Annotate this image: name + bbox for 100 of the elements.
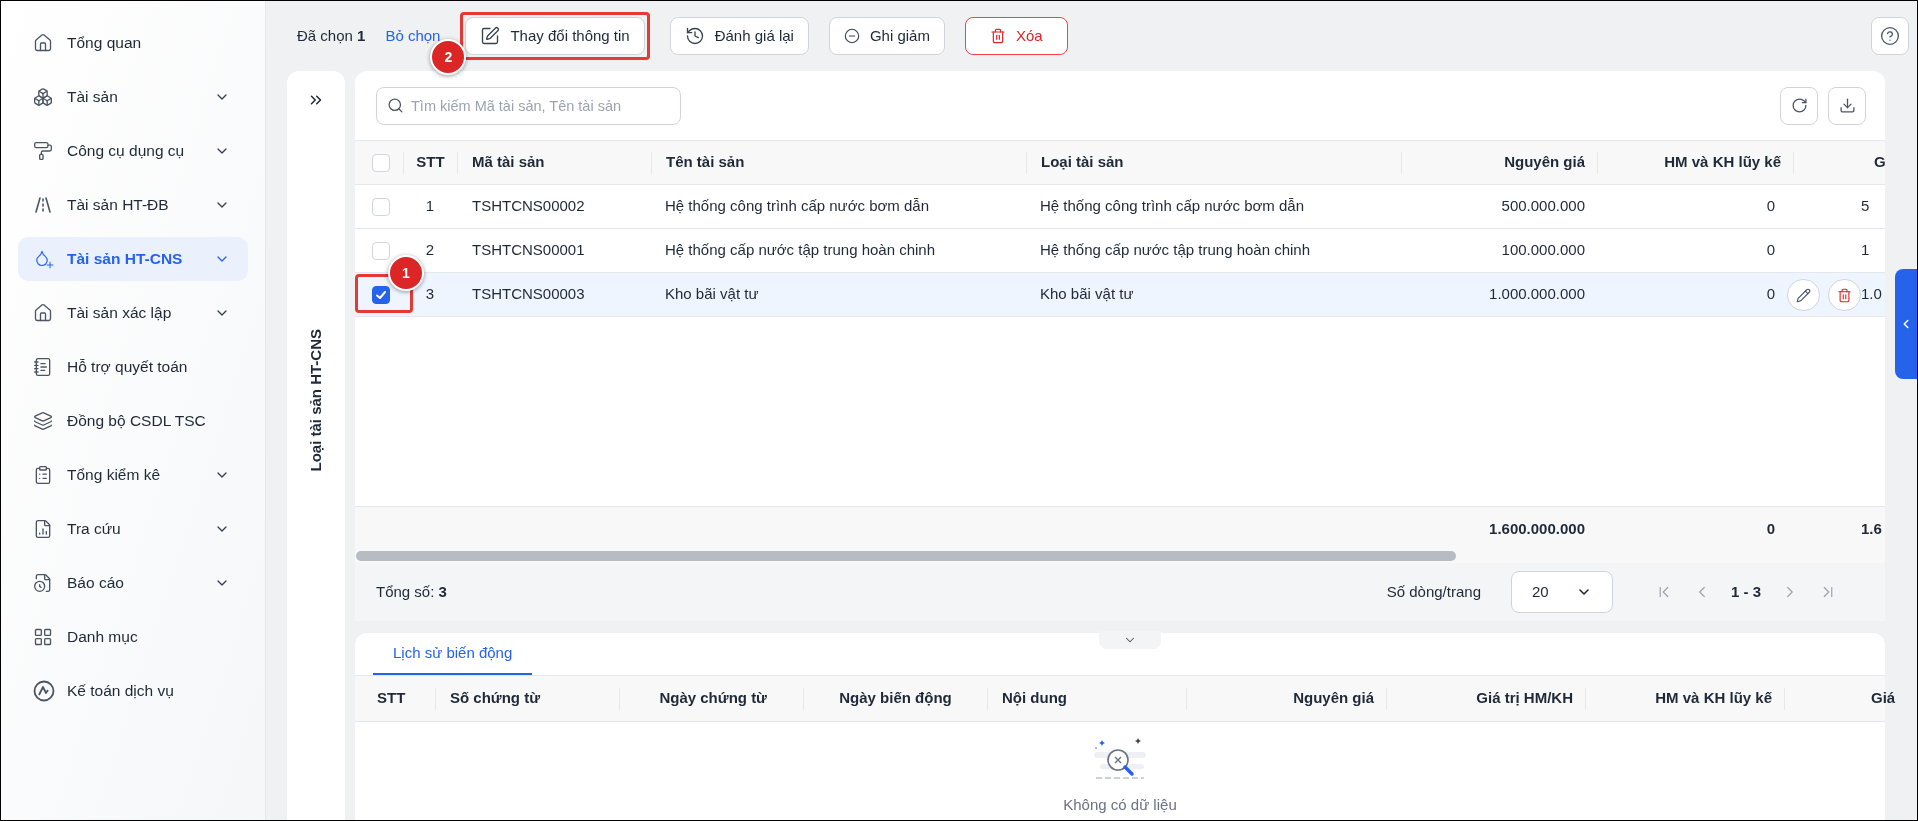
table-cell-text: Hệ thống cấp nước tập trung hoàn chinh (664, 240, 937, 261)
sidebar-label: Hỗ trợ quyết toán (67, 357, 189, 378)
toolbar-button[interactable]: Đánh giá lại (669, 17, 809, 55)
column-header: Giá (1871, 688, 1896, 709)
table-cell-text: 2 (424, 240, 436, 261)
table-cell-text: TSHTCNS00002 (471, 196, 586, 217)
toolbar-button[interactable]: Xóa (964, 17, 1068, 55)
total-count: Tổng số: 3 (376, 581, 447, 602)
delete-row-button[interactable] (1828, 279, 1861, 311)
paint-roller-icon (33, 141, 53, 161)
sidebar-item[interactable]: Hỗ trợ quyết toán (18, 345, 248, 389)
table-cell-text: 5 (1861, 196, 1870, 217)
table-cell-text: 0 (1765, 196, 1776, 217)
house-icon (33, 303, 53, 323)
help-button[interactable] (1871, 17, 1909, 55)
sidebar-item[interactable]: Công cụ dụng cụ (18, 129, 248, 173)
logo-icon (33, 680, 55, 702)
table-cell-text: Hệ thống công trình cấp nước bơm dẫn (664, 196, 931, 217)
search-icon (387, 96, 404, 114)
collapse-handle[interactable] (1099, 631, 1161, 649)
sidebar-label: Kế toán dịch vụ (67, 681, 175, 702)
clipboard-icon (33, 465, 53, 485)
sidebar-item[interactable]: Tài sản (18, 75, 248, 119)
page-range: 1 - 3 (1731, 581, 1761, 602)
rows-per-page-select[interactable]: 20 (1511, 571, 1613, 613)
table-cell-text: 100.000.000 (1500, 240, 1586, 261)
empty-message: Không có dữ liệu (1063, 795, 1177, 815)
toolbar-button[interactable]: Thay đổi thông tin (465, 17, 645, 55)
table-cell-text: 0 (1765, 284, 1776, 305)
sidebar-label: Tổng quan (67, 33, 143, 54)
refresh-icon (1790, 97, 1808, 114)
table-cell-text: TSHTCNS00001 (471, 240, 586, 261)
panel-title: Loại tài sản HT-CNS (305, 329, 325, 472)
table-cell-text: Hệ thống cấp nước tập trung hoàn chinh (1039, 240, 1312, 261)
file-clock-icon (33, 573, 53, 593)
refresh-button[interactable] (1780, 86, 1818, 125)
column-header: Loại tài sản (1041, 152, 1124, 173)
download-icon (1838, 97, 1856, 114)
trash-icon (1837, 287, 1852, 303)
sidebar-label: Tổng kiểm kê (67, 465, 162, 486)
grid-icon (33, 627, 53, 647)
road-icon (33, 195, 53, 215)
sidebar-item[interactable]: Tổng kiểm kê (18, 453, 248, 497)
sidebar-item[interactable]: Tra cứu (18, 507, 248, 551)
boxes-icon (33, 87, 53, 107)
total-cell-text: 0 (1765, 518, 1776, 539)
sidebar-item[interactable]: Kế toán dịch vụ (18, 669, 248, 713)
total-cell-text: 1.6 (1861, 518, 1882, 539)
column-header: STT (377, 688, 406, 709)
column-header: Tên tài sản (666, 152, 745, 173)
table-cell-text: TSHTCNS00003 (471, 284, 586, 305)
sidebar-label: Tra cứu (67, 519, 122, 540)
table-cell-text: 1.000.000.000 (1488, 284, 1586, 305)
file-chart-icon (33, 519, 53, 539)
notebook-icon (33, 357, 53, 377)
total-cell-text: 1.600.000.000 (1488, 518, 1586, 539)
checkbox[interactable] (372, 285, 390, 304)
download-button[interactable] (1828, 86, 1866, 125)
sidebar-item[interactable]: Đồng bộ CSDL TSC (18, 399, 248, 443)
sidebar-label: Đồng bộ CSDL TSC (67, 411, 207, 432)
column-header: Giá trị HM/KH (1476, 688, 1573, 709)
table-cell-text: Kho bãi vật tư (1039, 284, 1135, 305)
column-header: Nội dung (1002, 688, 1067, 709)
column-header: STT (416, 152, 445, 173)
sidebar-item[interactable]: Báo cáo (18, 561, 248, 605)
search-field[interactable]: Tìm kiếm Mã tài sản, Tên tài sản (376, 86, 681, 125)
edit-icon (480, 26, 501, 46)
table-cell-text: 500.000.000 (1500, 196, 1586, 217)
sidebar-item[interactable]: Tài sản xác lập (18, 291, 248, 335)
sidebar-item[interactable]: Tài sản HT-CNS (18, 237, 248, 281)
sidebar-item[interactable]: Tổng quan (18, 21, 248, 65)
sidebar-label: Tài sản (67, 87, 119, 108)
column-header: G (1874, 152, 1885, 173)
edit-row-button[interactable] (1787, 279, 1820, 311)
sidebar-label: Danh mục (67, 627, 139, 648)
column-header: Ngày chứng từ (659, 688, 767, 709)
column-header: Nguyên giá (1504, 152, 1585, 173)
scrollbar-thumb[interactable] (356, 551, 1456, 561)
rows-per-page-label: Số dòng/trang (1386, 581, 1481, 602)
layers-icon (33, 411, 53, 431)
house-icon (33, 33, 53, 53)
sidebar-item[interactable]: Tài sản HT-ĐB (18, 183, 248, 227)
table-cell-text: 1.0 (1861, 284, 1882, 305)
column-header: Nguyên giá (1293, 688, 1374, 709)
table-cell-text: 0 (1765, 240, 1776, 261)
column-header: HM và KH lũy kế (1664, 152, 1781, 173)
toolbar-button[interactable]: Ghi giảm (828, 17, 945, 55)
sidebar-label: Báo cáo (67, 573, 125, 594)
sidebar-label: Tài sản xác lập (67, 303, 173, 324)
trash-icon (989, 28, 1006, 44)
selection-count: Đã chọn 1 (297, 25, 366, 46)
check-icon (375, 288, 387, 301)
sidebar-label: Tài sản HT-ĐB (67, 195, 170, 216)
minus-circle-icon (843, 28, 860, 44)
sidebar-item[interactable]: Danh mục (18, 615, 248, 659)
sidebar-label: Công cụ dụng cụ (67, 141, 186, 162)
pencil-icon (1796, 287, 1811, 303)
table-cell-text: Kho bãi vật tư (664, 284, 760, 305)
droplet-plus-icon (33, 249, 53, 269)
side-drawer-tab[interactable] (1895, 269, 1917, 379)
